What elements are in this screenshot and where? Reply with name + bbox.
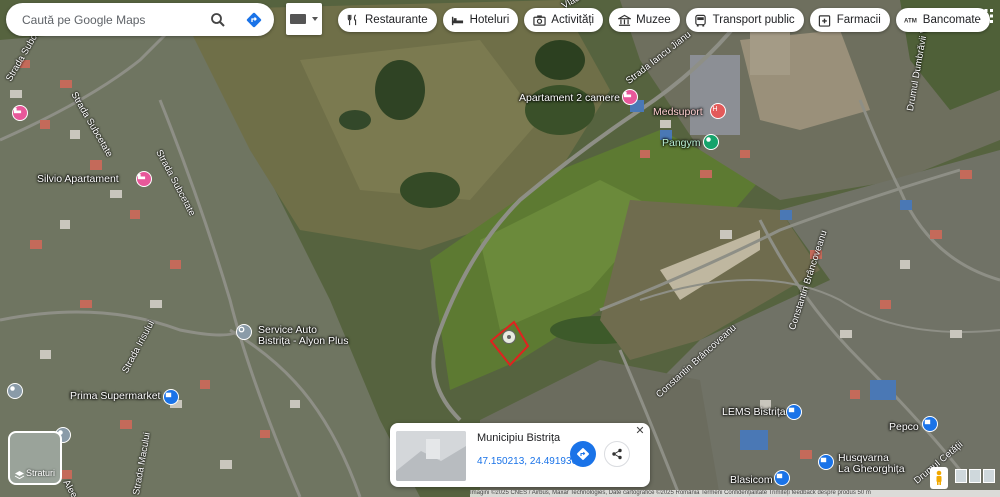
search-box[interactable] <box>6 3 274 36</box>
pharmacy-icon <box>818 13 832 27</box>
poi-label-apartament[interactable]: Apartament 2 camere <box>519 92 620 104</box>
svg-text:H: H <box>712 104 717 113</box>
directions-icon <box>577 448 589 460</box>
pegman-icon[interactable] <box>930 467 948 489</box>
place-coordinates[interactable]: 47.150213, 24.491936 <box>477 456 577 467</box>
hotel-pin-icon[interactable] <box>12 105 28 121</box>
poi-label-pangym[interactable]: Pangym <box>662 137 701 149</box>
poi-label-husqvarna-2[interactable]: La Gheorghița <box>838 463 905 475</box>
share-icon <box>612 448 622 460</box>
chip-label: Transport public <box>712 14 795 26</box>
share-button[interactable] <box>604 441 630 467</box>
place-info-card[interactable]: Municipiu Bistrița 47.150213, 24.491936 … <box>390 423 650 487</box>
svg-text:ATM: ATM <box>904 18 917 25</box>
camera-icon <box>532 13 546 27</box>
chip-label: Bancomate <box>922 14 981 26</box>
poi-label-prima-supermarket[interactable]: Prima Supermarket <box>70 390 160 402</box>
poi-label-service-auto-2[interactable]: Bistrița - Alyon Plus <box>258 335 348 347</box>
search-input[interactable] <box>20 11 204 28</box>
chevron-down-icon <box>312 17 318 21</box>
hotel-pin-icon[interactable] <box>136 171 152 187</box>
chip-label: Muzee <box>636 14 671 26</box>
layers-icon <box>14 468 25 480</box>
street-view-thumbnail[interactable] <box>396 431 466 481</box>
fork-knife-icon <box>346 13 360 27</box>
input-tools-button[interactable] <box>286 3 322 35</box>
directions-button[interactable] <box>570 441 596 467</box>
chip-activities[interactable]: Activități <box>524 8 604 32</box>
chip-transit[interactable]: Transport public <box>685 8 804 32</box>
imagery-thumbnails[interactable] <box>955 469 995 483</box>
category-chips: Restaurante Hoteluri Activități Muzee Tr… <box>338 8 990 32</box>
keyboard-icon <box>290 14 306 24</box>
shopping-pin-icon[interactable] <box>786 404 802 420</box>
service-pin-icon[interactable] <box>7 383 23 399</box>
chip-label: Farmacii <box>836 14 881 26</box>
location-pin-icon[interactable] <box>502 330 516 344</box>
poi-label-medsuport[interactable]: Medsuport <box>653 106 703 118</box>
poi-label-pepco[interactable]: Pepco <box>889 421 919 433</box>
chip-atms[interactable]: ATM Bancomate <box>895 8 990 32</box>
shopping-pin-icon[interactable] <box>163 389 179 405</box>
bed-icon <box>451 13 465 27</box>
apps-grid-icon[interactable] <box>979 9 993 23</box>
hotel-pin-icon[interactable] <box>622 89 638 105</box>
close-icon[interactable]: ✕ <box>634 425 646 437</box>
chip-pharmacies[interactable]: Farmacii <box>809 8 890 32</box>
chip-restaurants[interactable]: Restaurante <box>338 8 437 32</box>
shopping-pin-icon[interactable] <box>774 470 790 486</box>
layers-toggle[interactable]: Straturi <box>8 431 62 485</box>
hospital-pin-icon[interactable]: H <box>710 103 726 119</box>
atm-icon: ATM <box>904 13 918 27</box>
chip-label: Hoteluri <box>469 14 510 26</box>
shopping-pin-icon[interactable] <box>922 416 938 432</box>
imagery-thumbnail[interactable] <box>969 469 981 483</box>
layers-label: Straturi <box>26 468 56 478</box>
gym-pin-icon[interactable] <box>703 134 719 150</box>
chip-museums[interactable]: Muzee <box>609 8 680 32</box>
attribution-bar: Imagini ©2025 CNES / Airbus, Maxar Techn… <box>470 490 1000 497</box>
poi-label-silvio[interactable]: Silvio Apartament <box>37 173 119 185</box>
service-pin-icon[interactable] <box>236 324 252 340</box>
poi-label-lems[interactable]: LEMS Bistrița <box>722 406 786 418</box>
bus-icon <box>694 13 708 27</box>
chip-label: Restaurante <box>365 14 428 26</box>
imagery-thumbnail[interactable] <box>955 469 967 483</box>
chip-label: Activități <box>551 14 595 26</box>
imagery-thumbnail[interactable] <box>983 469 995 483</box>
chip-hotels[interactable]: Hoteluri <box>442 8 519 32</box>
search-icon[interactable] <box>208 10 228 30</box>
directions-icon[interactable] <box>244 10 264 30</box>
museum-icon <box>617 13 631 27</box>
poi-label-blasicom[interactable]: Blasicom <box>730 474 773 486</box>
place-title: Municipiu Bistrița <box>477 432 561 444</box>
shopping-pin-icon[interactable] <box>818 454 834 470</box>
